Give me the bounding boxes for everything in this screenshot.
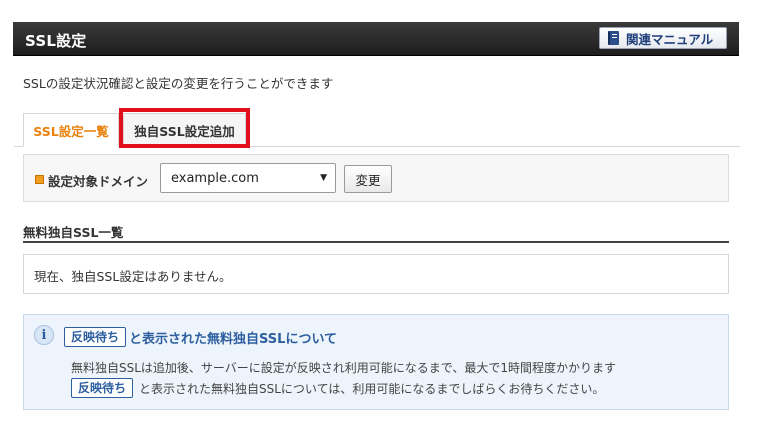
domain-select-value: example.com [171,170,259,186]
free-ssl-list-box: 現在、独自SSL設定はありません。 [23,254,729,294]
info-notice: i 反映待ち と表示された無料独自SSLについて 無料独自SSLは追加後、サーバ… [23,314,729,410]
page-title: SSL設定 [25,32,87,50]
change-button[interactable]: 変更 [344,165,392,193]
related-manual-button[interactable]: 関連マニュアル [599,27,727,49]
bullet-mark-icon [35,175,44,184]
info-heading-text: と表示された無料独自SSLについて [129,331,338,347]
domain-selector-panel: 設定対象ドメイン example.com ▼ 変更 [23,154,729,202]
intro-text: SSLの設定状況確認と設定の変更を行うことができます [23,76,334,91]
pending-badge-inline: 反映待ち [71,378,134,398]
book-icon [608,31,619,45]
info-icon: i [34,325,54,345]
info-text-line-2-body: と表示された無料独自SSLについては、利用可能になるまでしばらくお待ちください。 [139,381,605,396]
domain-select[interactable]: example.com ▼ [160,163,336,193]
tab-ssl-settings-list[interactable]: SSL設定一覧 [23,113,119,147]
tab-add-custom-ssl[interactable]: 独自SSL設定追加 [123,113,246,147]
pending-badge: 反映待ち [64,327,127,347]
dropdown-arrow-icon: ▼ [320,173,327,183]
empty-message: 現在、独自SSL設定はありません。 [34,269,232,284]
related-manual-label: 関連マニュアル [626,31,714,47]
domain-selector-label: 設定対象ドメイン [48,174,149,189]
info-heading: 反映待ち と表示された無料独自SSLについて [64,327,337,347]
info-text-line-2: 反映待ち と表示された無料独自SSLについては、利用可能になるまでしばらくお待ち… [71,378,604,398]
free-ssl-list-title: 無料独自SSL一覧 [23,225,124,240]
section-divider [23,241,729,243]
info-text-line-1: 無料独自SSLは追加後、サーバーに設定が反映され利用可能になるまで、最大で1時間… [71,361,616,375]
page-header: SSL設定 関連マニュアル [13,22,739,56]
